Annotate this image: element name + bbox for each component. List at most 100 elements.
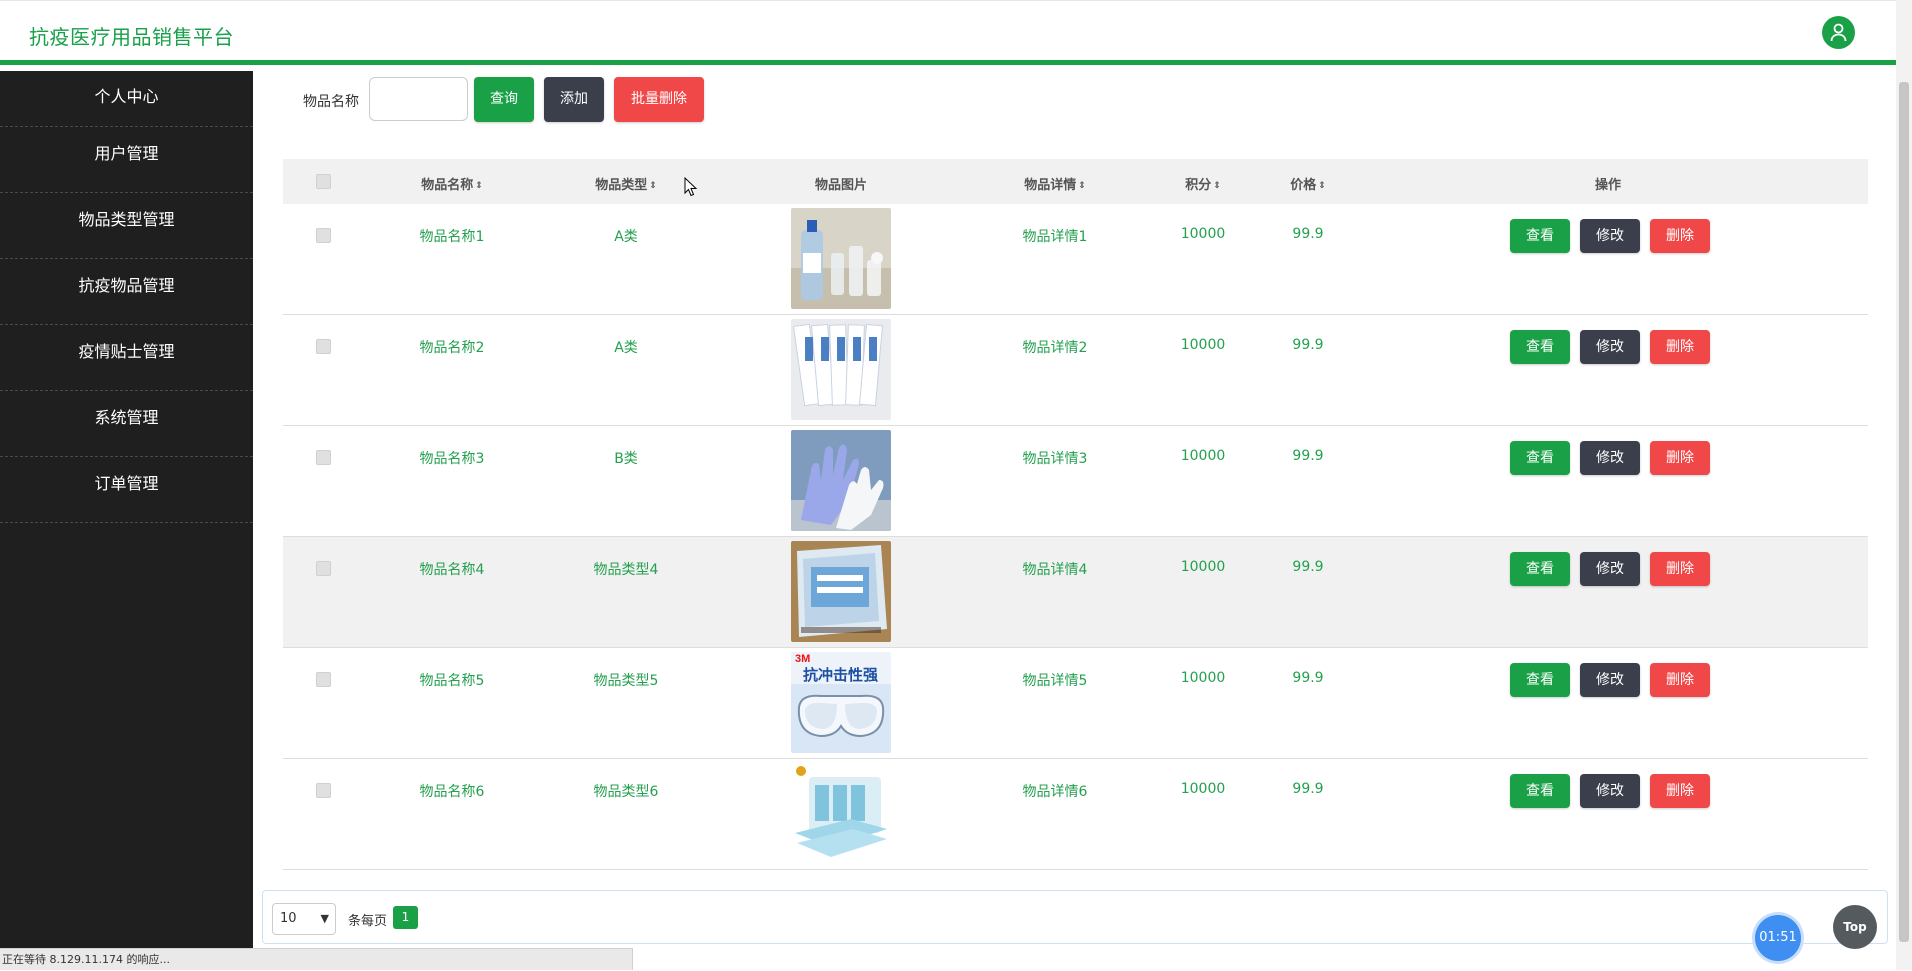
item-detail: 物品详情5 (1022, 673, 1088, 689)
sort-icon: ⇕ (649, 181, 657, 191)
sidebar-item-personal-center[interactable]: 个人中心 (0, 70, 253, 127)
browser-status-bar: 正在等待 8.129.11.174 的响应... (0, 948, 633, 970)
bagged-masks-image (791, 541, 891, 642)
view-button[interactable]: 查看 (1510, 663, 1570, 697)
sidebar-item-epidemic-tips-management[interactable]: 疫情贴士管理 (0, 325, 253, 391)
item-type: A类 (614, 340, 638, 356)
row-checkbox[interactable] (316, 339, 331, 354)
select-all-checkbox[interactable] (316, 174, 331, 189)
sidebar-item-user-management[interactable]: 用户管理 (0, 127, 253, 193)
pagination: 10 ▼ 条每页 1 (262, 890, 1888, 944)
add-button[interactable]: 添加 (544, 77, 604, 122)
column-header-price[interactable]: 价格 ⇕ (1290, 174, 1326, 193)
item-type: 物品类型4 (593, 562, 659, 578)
delete-button[interactable]: 删除 (1650, 441, 1710, 475)
item-points: 10000 (1180, 670, 1226, 686)
sort-icon: ⇕ (1318, 181, 1326, 191)
sort-icon: ⇕ (1078, 181, 1086, 191)
item-price: 99.9 (1292, 559, 1324, 575)
item-name: 物品名称5 (419, 673, 485, 689)
table-row: 物品名称6 物品类型6 物品详情6 10000 99.9 查看 修改 删除 (283, 759, 1868, 870)
gloves-image (791, 430, 891, 531)
item-price: 99.9 (1292, 337, 1324, 353)
column-header-name[interactable]: 物品名称 ⇕ (421, 174, 483, 193)
item-name: 物品名称1 (419, 229, 485, 245)
page-size-select[interactable]: 10 ▼ (272, 903, 336, 935)
sort-icon: ⇕ (475, 181, 483, 191)
table-header: 物品名称 ⇕ 物品类型 ⇕ 物品图片 物品详情 ⇕ 积分 ⇕ 价格 ⇕ 操作 (283, 159, 1868, 205)
delete-button[interactable]: 删除 (1650, 663, 1710, 697)
item-detail: 物品详情1 (1022, 229, 1088, 245)
item-price: 99.9 (1292, 781, 1324, 797)
item-type: B类 (614, 451, 638, 467)
item-type: A类 (614, 229, 638, 245)
sort-icon: ⇕ (1213, 181, 1221, 191)
row-checkbox[interactable] (316, 672, 331, 687)
row-checkbox[interactable] (316, 450, 331, 465)
delete-button[interactable]: 删除 (1650, 330, 1710, 364)
item-detail: 物品详情3 (1022, 451, 1088, 467)
hand-sanitizer-image (791, 208, 891, 309)
item-name: 物品名称4 (419, 562, 485, 578)
column-header-detail[interactable]: 物品详情 ⇕ (1024, 174, 1086, 193)
scrollbar-thumb[interactable] (1899, 82, 1909, 942)
item-type: 物品类型5 (593, 673, 659, 689)
table-row: 物品名称3 B类 物品详情3 10000 99.9 查看 修改 删除 (283, 426, 1868, 537)
view-button[interactable]: 查看 (1510, 552, 1570, 586)
table-row: 物品名称1 A类 物品详情1 10000 99.9 查看 修改 删除 (283, 204, 1868, 315)
item-type: 物品类型6 (593, 784, 659, 800)
delete-button[interactable]: 删除 (1650, 774, 1710, 808)
top-header: 抗疫医疗用品销售平台 (0, 0, 1896, 65)
column-header-type[interactable]: 物品类型 ⇕ (595, 174, 657, 193)
query-button[interactable]: 查询 (474, 77, 534, 122)
edit-button[interactable]: 修改 (1580, 219, 1640, 253)
batch-delete-button[interactable]: 批量删除 (614, 77, 704, 122)
per-page-label: 条每页 (348, 914, 388, 929)
column-header-points[interactable]: 积分 ⇕ (1185, 174, 1221, 193)
goggles-image: 3M 抗冲击性强 (791, 652, 891, 753)
items-table: 物品名称 ⇕ 物品类型 ⇕ 物品图片 物品详情 ⇕ 积分 ⇕ 价格 ⇕ 操作 物品名称1 … (283, 159, 1868, 870)
item-price: 99.9 (1292, 670, 1324, 686)
edit-button[interactable]: 修改 (1580, 330, 1640, 364)
item-price: 99.9 (1292, 448, 1324, 464)
row-checkbox[interactable] (316, 561, 331, 576)
item-points: 10000 (1180, 559, 1226, 575)
delete-button[interactable]: 删除 (1650, 219, 1710, 253)
item-points: 10000 (1180, 781, 1226, 797)
sidebar-item-item-type-management[interactable]: 物品类型管理 (0, 193, 253, 259)
edit-button[interactable]: 修改 (1580, 663, 1640, 697)
search-label: 物品名称 (303, 94, 359, 110)
page-number-button[interactable]: 1 (393, 906, 418, 929)
swab-packets-image (791, 319, 891, 420)
row-checkbox[interactable] (316, 783, 331, 798)
edit-button[interactable]: 修改 (1580, 552, 1640, 586)
table-row: 物品名称4 物品类型4 物品详情4 10000 99.9 查看 修改 删除 (283, 537, 1868, 648)
app-title: 抗疫医疗用品销售平台 (29, 25, 234, 49)
search-input[interactable] (369, 77, 468, 121)
timer-badge: 01:51 (1755, 915, 1801, 961)
delete-button[interactable]: 删除 (1650, 552, 1710, 586)
item-detail: 物品详情2 (1022, 340, 1088, 356)
item-detail: 物品详情6 (1022, 784, 1088, 800)
sidebar-item-order-management[interactable]: 订单管理 (0, 457, 253, 523)
edit-button[interactable]: 修改 (1580, 774, 1640, 808)
sidebar-item-system-management[interactable]: 系统管理 (0, 391, 253, 457)
item-detail: 物品详情4 (1022, 562, 1088, 578)
sidebar-item-epidemic-item-management[interactable]: 抗疫物品管理 (0, 259, 253, 325)
back-to-top-button[interactable]: Top (1833, 905, 1877, 949)
item-name: 物品名称2 (419, 340, 485, 356)
table-row: 物品名称5 物品类型5 3M 抗冲击性强 物品详情5 10000 99.9 查看… (283, 648, 1868, 759)
item-points: 10000 (1180, 448, 1226, 464)
edit-button[interactable]: 修改 (1580, 441, 1640, 475)
view-button[interactable]: 查看 (1510, 219, 1570, 253)
view-button[interactable]: 查看 (1510, 774, 1570, 808)
view-button[interactable]: 查看 (1510, 330, 1570, 364)
row-checkbox[interactable] (316, 228, 331, 243)
mouse-cursor-icon (684, 177, 698, 197)
table-row: 物品名称2 A类 物品详情2 10000 99.9 查看 修改 删除 (283, 315, 1868, 426)
view-button[interactable]: 查看 (1510, 441, 1570, 475)
item-price: 99.9 (1292, 226, 1324, 242)
user-avatar-icon[interactable] (1822, 16, 1855, 49)
item-name: 物品名称6 (419, 784, 485, 800)
column-header-actions: 操作 (1594, 178, 1622, 193)
